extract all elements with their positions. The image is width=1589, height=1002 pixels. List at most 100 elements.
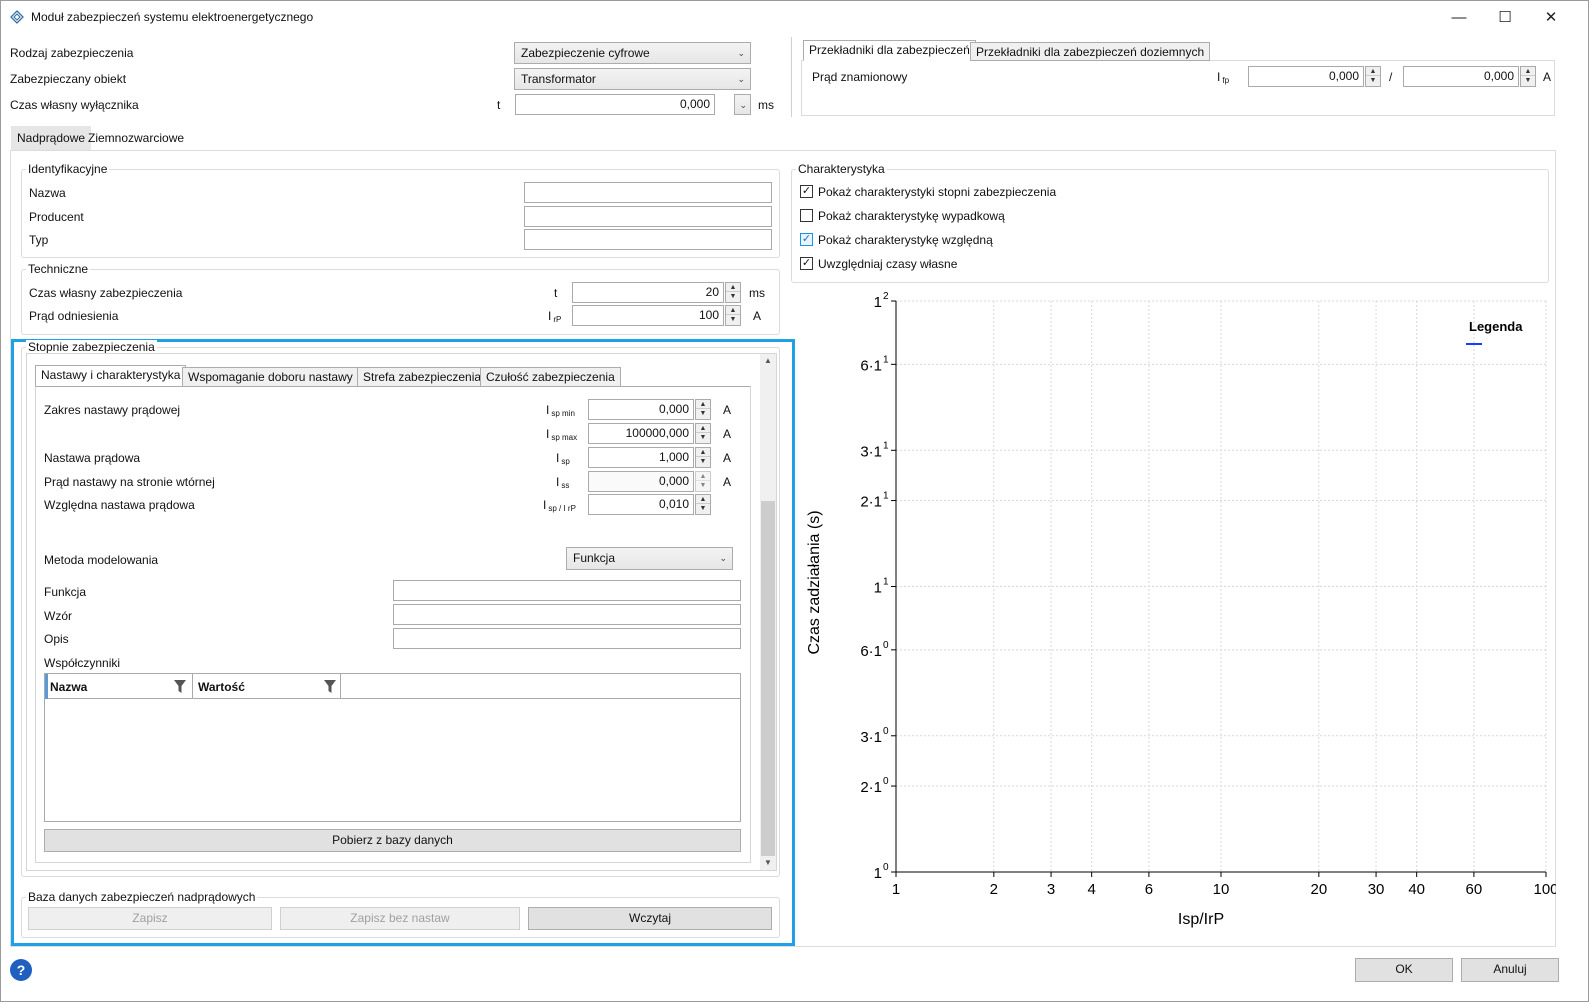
y-tick-label: 6·1: [860, 357, 882, 374]
maximize-button[interactable]: ☐: [1482, 1, 1528, 33]
include-own-times-checkbox[interactable]: ✓: [800, 257, 813, 270]
min-setting-stepper[interactable]: ▲ ▼: [695, 399, 711, 420]
relative-setting-input[interactable]: 0,010: [588, 494, 694, 515]
method-select[interactable]: Funkcja ⌄: [566, 547, 733, 570]
load-button[interactable]: Wczytaj: [528, 907, 772, 930]
save-button[interactable]: Zapisz: [28, 907, 272, 930]
close-button[interactable]: ✕: [1528, 1, 1574, 33]
window-title: Moduł zabezpieczeń systemu elektroenerge…: [31, 10, 314, 24]
arrow-up-icon: ▲: [696, 472, 710, 481]
save-without-settings-button[interactable]: Zapisz bez nastaw: [280, 907, 520, 930]
legend-title: Legenda: [1469, 319, 1523, 334]
stages-title: Stopnie zabezpieczenia: [26, 340, 157, 354]
max-setting-stepper[interactable]: ▲ ▼: [695, 423, 711, 444]
x-tick-label: 10: [1213, 881, 1230, 898]
formula-input[interactable]: [393, 604, 741, 625]
own-time-input[interactable]: 20: [572, 282, 724, 303]
tab-transformers[interactable]: Przekładniki dla zabezpieczeń: [803, 40, 976, 61]
x-tick-label: 60: [1466, 881, 1483, 898]
name-input[interactable]: [524, 182, 772, 203]
scroll-up-icon[interactable]: ▲: [760, 354, 776, 368]
grid-col-name[interactable]: Nazwa: [50, 674, 193, 699]
rated-current-unit: A: [1543, 70, 1552, 84]
min-symbol-sub: sp min: [551, 409, 575, 418]
tab-earth-fault[interactable]: Ziemnozwarciowe: [88, 131, 184, 145]
min-symbol-i: I: [546, 403, 550, 417]
relative-setting-stepper[interactable]: ▲ ▼: [695, 494, 711, 515]
breaker-time-input[interactable]: 0,000: [515, 94, 715, 115]
scrollbar[interactable]: ▲ ▼: [760, 354, 776, 870]
show-stages-checkbox[interactable]: ✓: [800, 185, 813, 198]
y-tick-label: 6·1: [860, 643, 882, 660]
scroll-down-icon[interactable]: ▼: [760, 856, 776, 870]
rated-primary-stepper[interactable]: ▲ ▼: [1365, 66, 1381, 87]
arrow-up-icon: ▲: [726, 306, 740, 315]
current-setting-stepper[interactable]: ▲ ▼: [695, 447, 711, 468]
method-label: Metoda modelowania: [44, 553, 159, 567]
filter-icon[interactable]: [174, 680, 186, 693]
grid-col-value[interactable]: Wartość: [193, 674, 341, 699]
rated-symbol-i: I: [1217, 70, 1221, 84]
tab-protection-zone[interactable]: Strefa zabezpieczenia: [357, 367, 488, 387]
help-icon[interactable]: ?: [10, 959, 32, 981]
min-setting-input[interactable]: 0,000: [588, 399, 694, 420]
minimize-icon: —: [1451, 8, 1467, 26]
max-symbol-i: I: [546, 427, 550, 441]
description-input[interactable]: [393, 628, 741, 649]
database-title: Baza danych zabezpieczeń nadprądowych: [26, 890, 258, 904]
relative-symbol: Isp / I rP: [543, 498, 576, 513]
rated-current-secondary-input[interactable]: 0,000: [1403, 66, 1519, 87]
filter-icon[interactable]: [324, 680, 336, 693]
show-relative-label: Pokaż charakterystykę względną: [818, 233, 993, 247]
secondary-setting-unit: A: [723, 475, 732, 489]
minimize-button[interactable]: —: [1436, 1, 1482, 33]
tab-settings[interactable]: Nastawy i charakterystyka: [35, 365, 187, 387]
cancel-button[interactable]: Anuluj: [1461, 958, 1559, 982]
fetch-from-db-button[interactable]: Pobierz z bazy danych: [44, 829, 741, 852]
min-setting-unit: A: [723, 403, 732, 417]
secondary-setting-input[interactable]: 0,000: [588, 471, 694, 492]
secondary-symbol: Iss: [556, 475, 569, 490]
ratio-separator: /: [1389, 70, 1393, 84]
ref-current-stepper[interactable]: ▲ ▼: [725, 305, 741, 326]
max-symbol-sub: sp max: [551, 433, 578, 442]
type-input[interactable]: [524, 229, 772, 250]
grid-header-marker: [45, 674, 48, 699]
separator: [791, 37, 792, 117]
secondary-setting-stepper[interactable]: ▲ ▼: [695, 471, 711, 492]
arrow-up-icon: ▲: [1521, 67, 1535, 76]
characteristic-chart[interactable]: 1 2 3 4 6 10 20 30 40 60 1001 02·1 03·1 06·1 01 12·1 13·…: [796, 286, 1556, 936]
own-time-stepper[interactable]: ▲ ▼: [725, 282, 741, 303]
tab-transformers-earth[interactable]: Przekładniki dla zabezpieczeń doziemnych: [970, 42, 1211, 61]
grid-col-name-label: Nazwa: [50, 680, 88, 694]
tab-setting-assist[interactable]: Wspomaganie doboru nastawy: [182, 367, 359, 387]
own-time-label: Czas własny zabezpieczenia: [29, 286, 183, 300]
show-relative-checkbox[interactable]: ✓: [800, 233, 813, 246]
rated-current-primary-input[interactable]: 0,000: [1248, 66, 1364, 87]
arrow-down-icon: ▼: [1369, 77, 1377, 84]
y-tick-exponent: 0: [883, 862, 889, 873]
current-setting-input[interactable]: 1,000: [588, 447, 694, 468]
rated-secondary-stepper[interactable]: ▲ ▼: [1520, 66, 1536, 87]
ok-button[interactable]: OK: [1355, 958, 1453, 982]
function-input[interactable]: [393, 580, 741, 601]
protected-object-select[interactable]: Transformator ⌄: [514, 68, 751, 90]
protection-type-select[interactable]: Zabezpieczenie cyfrowe ⌄: [514, 42, 751, 64]
scrollbar-thumb[interactable]: [761, 501, 775, 856]
ref-current-input[interactable]: 100: [572, 305, 724, 326]
breaker-time-dropdown[interactable]: ⌄: [734, 94, 751, 115]
ref-current-label: Prąd odniesienia: [29, 309, 119, 323]
secondary-symbol-i: I: [556, 475, 560, 489]
tab-sensitivity[interactable]: Czułość zabezpieczenia: [480, 367, 621, 387]
tab-overcurrent[interactable]: Nadprądowe: [11, 126, 92, 150]
show-resultant-label: Pokaż charakterystykę wypadkową: [818, 209, 1005, 223]
max-setting-input[interactable]: 100000,000: [588, 423, 694, 444]
range-label: Zakres nastawy prądowej: [44, 403, 181, 417]
arrow-up-icon: ▲: [696, 424, 710, 433]
ref-symbol-sub: rP: [553, 315, 562, 324]
producer-input[interactable]: [524, 206, 772, 227]
own-time-unit: ms: [749, 286, 765, 300]
description-label: Opis: [44, 632, 69, 646]
show-resultant-checkbox[interactable]: [800, 209, 813, 222]
x-tick-label: 6: [1145, 881, 1153, 898]
